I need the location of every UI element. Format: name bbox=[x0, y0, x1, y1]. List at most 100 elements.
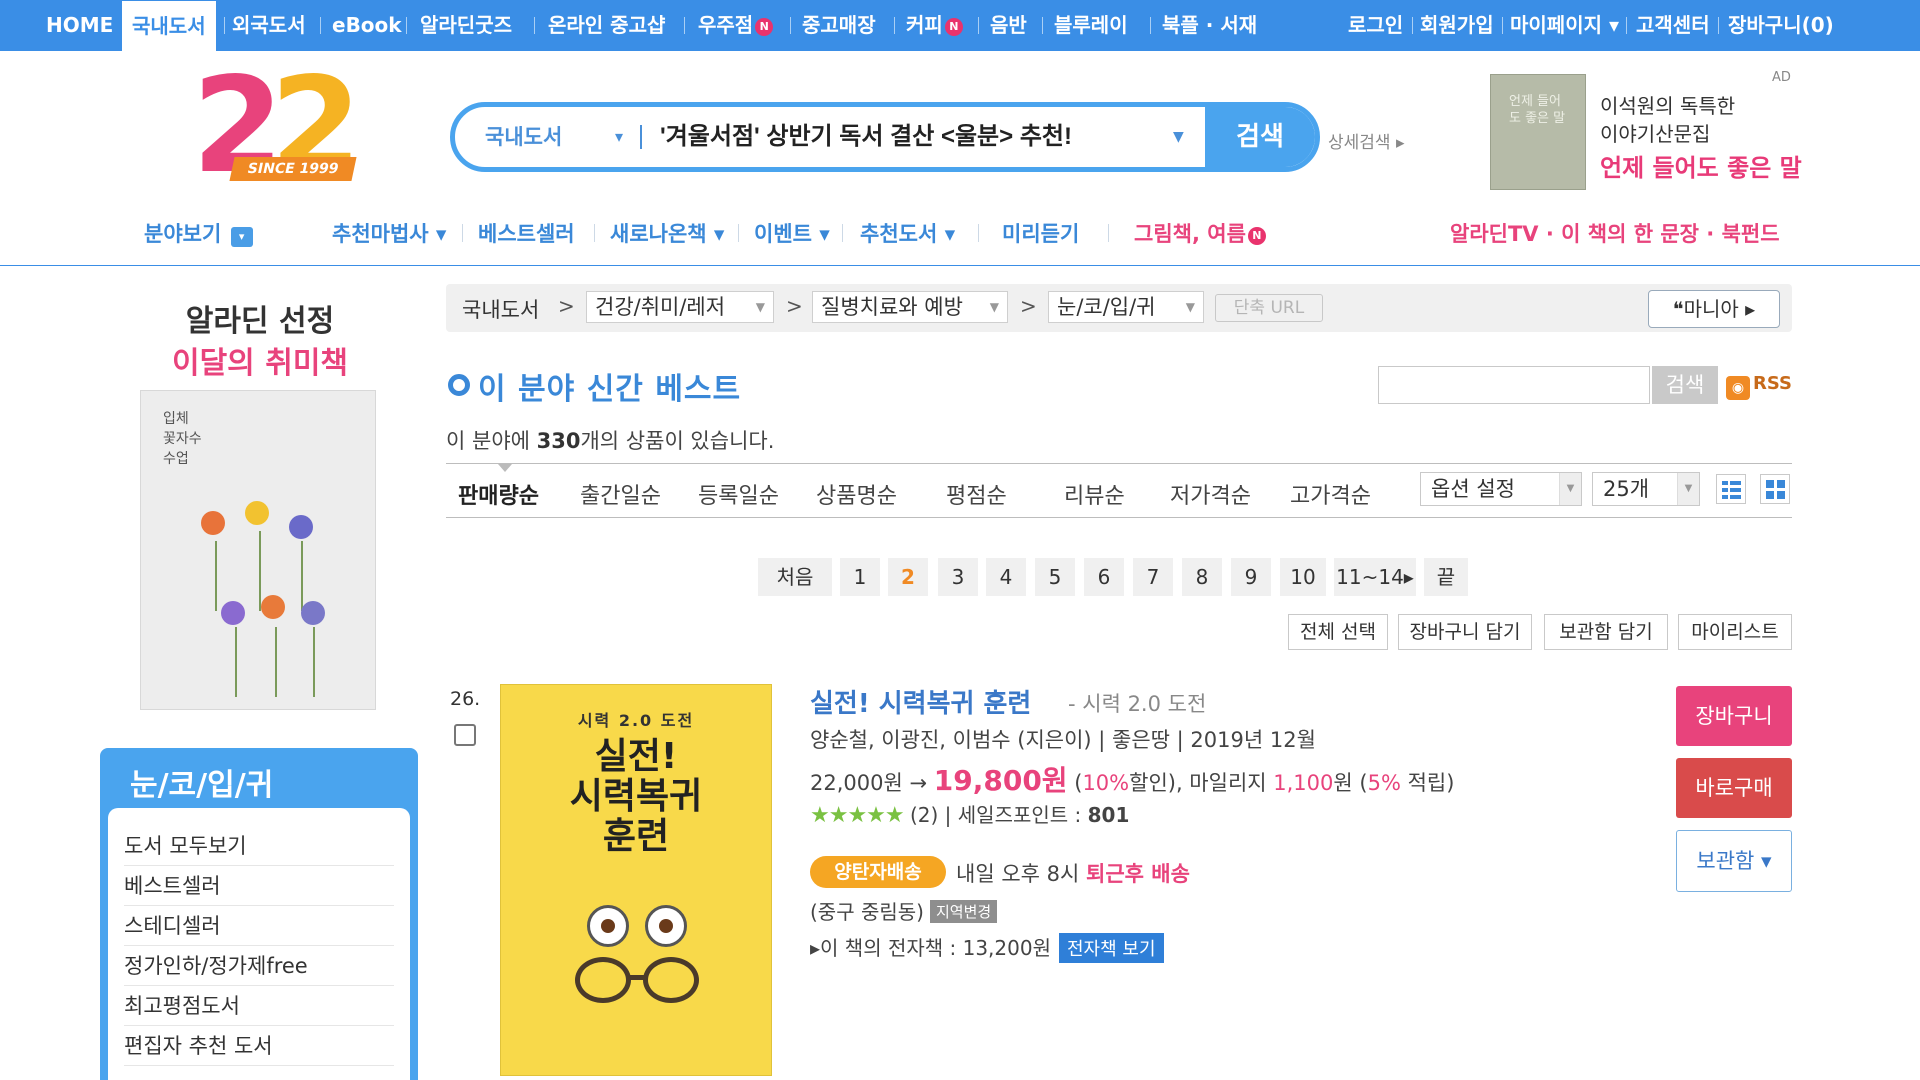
item-authors[interactable]: 양순철, 이광진, 이범수 (지은이) | 좋은땅 | 2019년 12월 bbox=[810, 724, 1316, 754]
detail-search-link[interactable]: 상세검색 ▸ bbox=[1328, 128, 1405, 153]
sort-by-rating[interactable]: 평점순 bbox=[946, 478, 1007, 510]
catnav-events[interactable]: 이벤트 ▾ bbox=[754, 218, 830, 248]
short-url-button[interactable]: 단축 URL bbox=[1215, 294, 1323, 322]
sidebar-link-bestseller[interactable]: 베스트셀러 bbox=[124, 866, 394, 906]
page-link[interactable]: 10 bbox=[1280, 558, 1326, 596]
nav-mypage[interactable]: 마이페이지 ▾ bbox=[1510, 0, 1619, 51]
nav-coffee[interactable]: 커피 N bbox=[906, 0, 963, 51]
field-view-button[interactable]: 분야보기 ▾ bbox=[144, 218, 253, 248]
sidebar-link-all-books[interactable]: 도서 모두보기 bbox=[124, 826, 394, 866]
nav-domestic-books[interactable]: 국내도서 bbox=[122, 0, 216, 51]
ad-text-line1[interactable]: 이석원의 독특한 bbox=[1600, 90, 1735, 119]
sort-by-name[interactable]: 상품명순 bbox=[816, 478, 897, 510]
catnav-picturebook-summer[interactable]: 그림책, 여름 N bbox=[1134, 218, 1266, 248]
mania-button[interactable]: ❝마니아 ▸ bbox=[1648, 290, 1780, 328]
item-title-link[interactable]: 실전! 시력복귀 훈련 bbox=[810, 683, 1031, 720]
page-first[interactable]: 처음 bbox=[758, 558, 832, 596]
page-last[interactable]: 끝 bbox=[1424, 558, 1468, 596]
ad-book-cover[interactable]: 언제 들어도 좋은 말 bbox=[1490, 74, 1586, 190]
dropdown-toggle-icon: ▾ bbox=[230, 227, 253, 247]
nav-ebook[interactable]: eBook bbox=[332, 0, 402, 51]
aladin-22-logo[interactable]: 2 2 SINCE 1999 bbox=[192, 60, 362, 192]
ad-text-line2[interactable]: 이야기산문집 bbox=[1600, 118, 1710, 147]
nav-home[interactable]: HOME bbox=[46, 0, 113, 51]
catnav-right-links[interactable]: 알라딘TV · 이 책의 한 문장 · 북펀드 bbox=[1450, 218, 1780, 248]
page-link[interactable]: 6 bbox=[1084, 558, 1124, 596]
item-book-cover[interactable]: 시력 2.0 도전 실전! 시력복귀 훈련 bbox=[500, 684, 772, 1076]
list-view-icon[interactable] bbox=[1716, 474, 1746, 504]
per-page-select[interactable]: 25개 ▼ bbox=[1592, 472, 1700, 506]
search-input[interactable] bbox=[660, 107, 1160, 167]
nav-used-shop[interactable]: 온라인 중고샵 bbox=[548, 0, 665, 51]
discount-rate: 10% bbox=[1082, 771, 1130, 795]
ad-text-line3[interactable]: 언제 들어도 좋은 말 bbox=[1600, 148, 1802, 183]
page-link[interactable]: 9 bbox=[1231, 558, 1271, 596]
breadcrumb-select-level2[interactable]: 질병치료와 예방 ▼ bbox=[812, 291, 1008, 323]
chevron-down-icon[interactable]: ▾ bbox=[615, 107, 623, 167]
sidebar-promo-book-cover[interactable]: 입체 꽃자수 수업 bbox=[140, 390, 376, 710]
catnav-preview-listen[interactable]: 미리듣기 bbox=[1002, 218, 1079, 248]
search-button[interactable]: 검색 bbox=[1205, 107, 1315, 167]
select-all-button[interactable]: 전체 선택 bbox=[1288, 614, 1388, 650]
catnav-recommended[interactable]: 추천도서 ▾ bbox=[860, 218, 955, 248]
view-ebook-button[interactable]: 전자책 보기 bbox=[1059, 933, 1164, 963]
breadcrumb-select-level1[interactable]: 건강/취미/레저 ▼ bbox=[586, 291, 774, 323]
page-link[interactable]: 8 bbox=[1182, 558, 1222, 596]
sort-by-pubdate[interactable]: 출간일순 bbox=[580, 478, 661, 510]
sort-by-high-price[interactable]: 고가격순 bbox=[1290, 478, 1371, 510]
item-buy-now-button[interactable]: 바로구매 bbox=[1676, 758, 1792, 818]
rss-link[interactable]: ◉ RSS bbox=[1726, 373, 1792, 400]
nav-foreign-books[interactable]: 외국도서 bbox=[232, 0, 306, 51]
sidebar-promo-title: 알라딘 선정 bbox=[185, 304, 335, 339]
sidebar-link-editor-picks[interactable]: 편집자 추천 도서 bbox=[124, 1026, 394, 1066]
page-next-group[interactable]: 11~14▸ bbox=[1334, 558, 1416, 596]
page-link[interactable]: 4 bbox=[986, 558, 1026, 596]
sort-by-low-price[interactable]: 저가격순 bbox=[1170, 478, 1251, 510]
catnav-new-books[interactable]: 새로나온책 ▾ bbox=[610, 218, 724, 248]
section-search-button[interactable]: 검색 bbox=[1652, 366, 1718, 404]
delivery-badge[interactable]: 양탄자배송 bbox=[810, 856, 946, 888]
nav-bookple[interactable]: 북플 · 서재 bbox=[1162, 0, 1257, 51]
rating-text: (2) | 세일즈포인트 : bbox=[903, 803, 1088, 827]
catnav-recommend-wizard[interactable]: 추천마법사 ▾ bbox=[332, 218, 446, 248]
breadcrumb-select-level3[interactable]: 눈/코/입/귀 ▼ bbox=[1048, 291, 1204, 323]
item-checkbox[interactable] bbox=[454, 724, 476, 746]
change-region-button[interactable]: 지역변경 bbox=[929, 900, 998, 923]
page-link[interactable]: 1 bbox=[840, 558, 880, 596]
option-settings-select[interactable]: 옵션 설정 ▼ bbox=[1420, 472, 1582, 506]
sidebar-link-price-cut[interactable]: 정가인하/정가제free bbox=[124, 946, 394, 986]
sort-by-sales[interactable]: 판매량순 bbox=[458, 478, 539, 510]
nav-customer-center[interactable]: 고객센터 bbox=[1636, 0, 1710, 51]
nav-goods[interactable]: 알라딘굿즈 bbox=[420, 0, 512, 51]
nav-login[interactable]: 로그인 bbox=[1348, 0, 1403, 51]
catnav-bestseller[interactable]: 베스트셀러 bbox=[478, 218, 575, 248]
item-keep-button[interactable]: 보관함 ▾ bbox=[1676, 830, 1792, 892]
item-rating: ★★★★★ (2) | 세일즈포인트 : 801 bbox=[810, 799, 1129, 828]
section-search-input[interactable] bbox=[1378, 366, 1650, 404]
page-link[interactable]: 7 bbox=[1133, 558, 1173, 596]
nav-cart[interactable]: 장바구니(0) bbox=[1728, 0, 1834, 51]
nav-signup[interactable]: 회원가입 bbox=[1420, 0, 1494, 51]
add-to-cart-button[interactable]: 장바구니 담기 bbox=[1398, 614, 1532, 650]
search-category-select[interactable]: 국내도서 bbox=[485, 107, 562, 167]
list-price: 22,000원 → bbox=[810, 771, 934, 795]
sidebar-link-top-rated[interactable]: 최고평점도서 bbox=[124, 986, 394, 1026]
nav-bluray[interactable]: 블루레이 bbox=[1054, 0, 1128, 51]
sort-by-reviews[interactable]: 리뷰순 bbox=[1064, 478, 1125, 510]
sidebar-link-steadyseller[interactable]: 스테디셀러 bbox=[124, 906, 394, 946]
item-cart-button[interactable]: 장바구니 bbox=[1676, 686, 1792, 746]
page-current[interactable]: 2 bbox=[888, 558, 928, 596]
page-link[interactable]: 3 bbox=[938, 558, 978, 596]
mylist-button[interactable]: 마이리스트 bbox=[1678, 614, 1792, 650]
page-link[interactable]: 5 bbox=[1035, 558, 1075, 596]
mileage-post: 원 ( bbox=[1333, 771, 1368, 795]
breadcrumb-root[interactable]: 국내도서 bbox=[462, 294, 539, 324]
ad-label: AD bbox=[1772, 70, 1791, 85]
sort-by-regdate[interactable]: 등록일순 bbox=[698, 478, 779, 510]
nav-music[interactable]: 음반 bbox=[990, 0, 1027, 51]
grid-view-icon[interactable] bbox=[1760, 474, 1790, 504]
nav-used-stores[interactable]: 중고매장 bbox=[802, 0, 876, 51]
add-to-wishlist-button[interactable]: 보관함 담기 bbox=[1544, 614, 1668, 650]
dropdown-arrow-icon[interactable]: ▼ bbox=[1173, 107, 1184, 167]
nav-space-store[interactable]: 우주점 N bbox=[698, 0, 774, 51]
